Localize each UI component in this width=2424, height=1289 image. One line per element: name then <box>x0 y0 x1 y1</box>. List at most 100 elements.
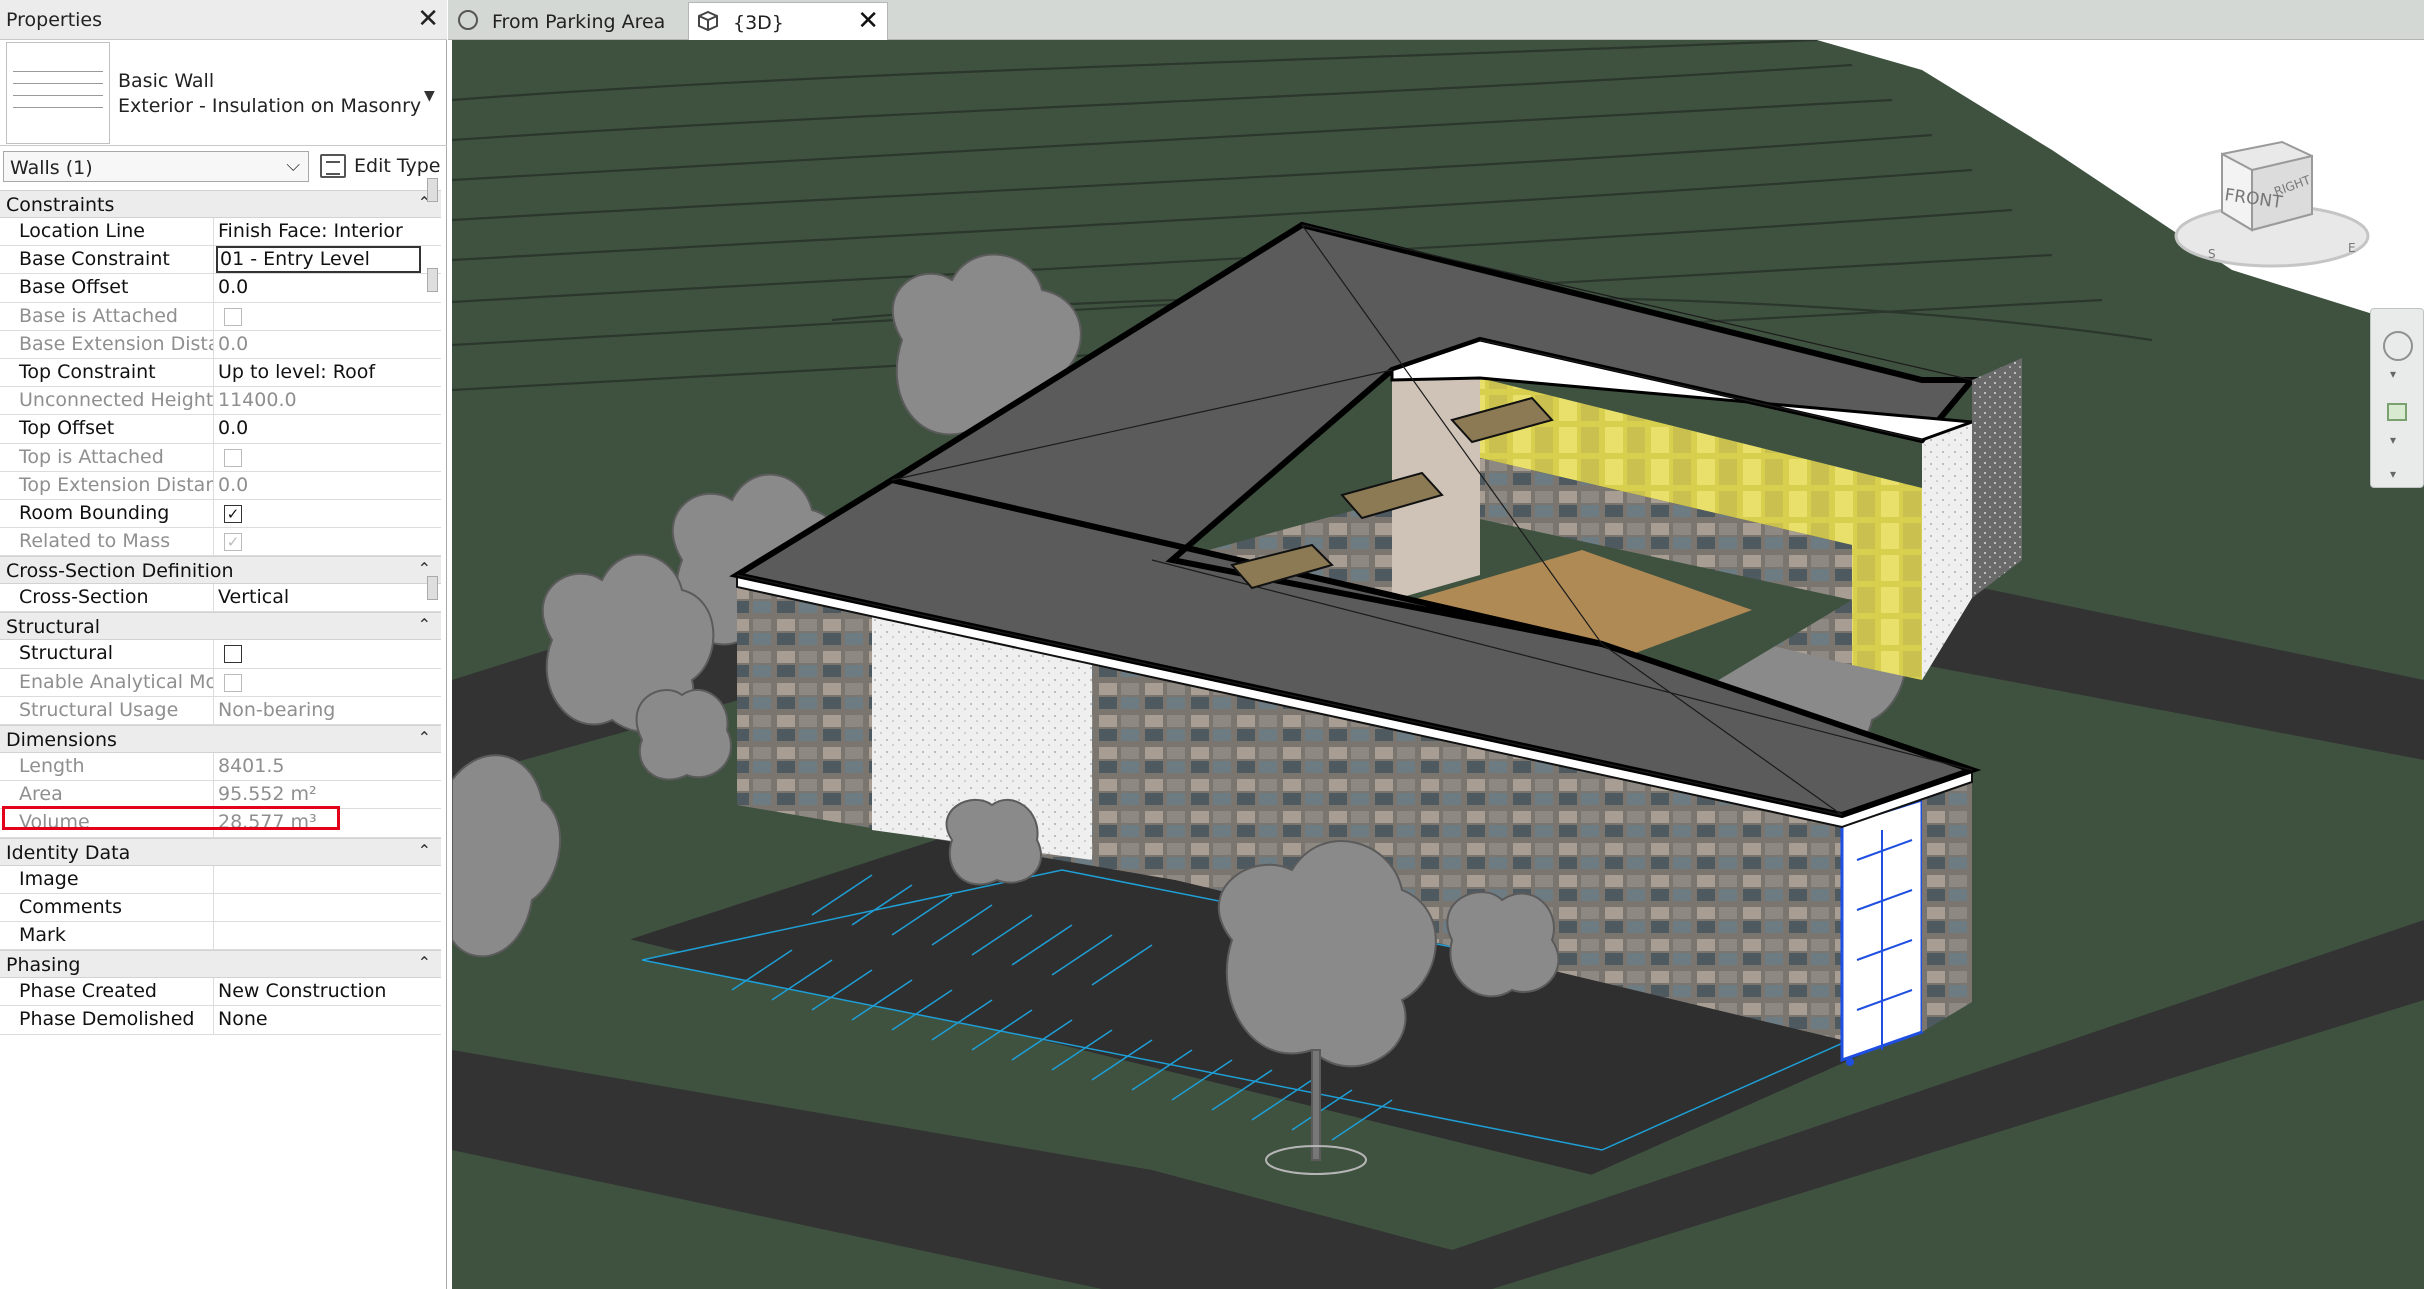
property-name: Unconnected Height <box>0 387 214 415</box>
property-value: 0.0 <box>218 332 249 355</box>
chevron-down-icon: ⌵ <box>286 155 300 176</box>
property-row-top-extension-distance: Top Extension Distance0.0 <box>0 471 441 500</box>
edit-type-button[interactable]: Edit Type <box>318 151 442 182</box>
property-name: Top Extension Distance <box>0 471 214 499</box>
property-name: Mark <box>0 921 214 950</box>
property-value[interactable]: New Construction <box>218 978 425 1005</box>
zoom-region-icon[interactable] <box>2387 403 2407 421</box>
property-row-enable-analytical-mo: Enable Analytical Mo... <box>0 668 441 697</box>
close-icon[interactable]: ✕ <box>417 4 439 34</box>
close-icon[interactable]: ✕ <box>857 6 879 36</box>
svg-text:E: E <box>2348 241 2356 255</box>
collapse-icon[interactable]: ⌃ <box>418 953 431 972</box>
property-value[interactable]: Up to level: Roof <box>218 359 425 386</box>
group-title: Cross-Section Definition <box>6 560 234 583</box>
property-name: Top Constraint <box>0 358 214 387</box>
group-identity-data[interactable]: Identity Data ⌃ <box>0 837 441 866</box>
property-row-image[interactable]: Image <box>0 865 441 894</box>
view-tabs: From Parking Area {3D} ✕ <box>448 0 2424 40</box>
property-name: Top Offset <box>0 415 214 443</box>
group-structural[interactable]: Structural ⌃ <box>0 612 441 641</box>
dropdown-arrow-icon[interactable]: ▼ <box>424 88 435 104</box>
property-row-structural[interactable]: Structural <box>0 640 441 669</box>
3d-viewport[interactable]: FRONT RIGHT S E ▾ ▾ ▾ <box>452 40 2424 1289</box>
checkbox: ✓ <box>224 533 242 552</box>
property-row-phase-created[interactable]: Phase Created New Construction <box>0 978 441 1007</box>
properties-grid: Constraints ⌃ Location Line Finish Face: In… <box>0 178 441 1035</box>
property-value[interactable]: None <box>218 1006 425 1033</box>
property-row-top-is-attached: Top is Attached <box>0 443 441 472</box>
property-name: Top is Attached <box>0 443 214 471</box>
property-row-room-bounding[interactable]: Room Bounding ✓ <box>0 499 441 529</box>
tab-3d[interactable]: {3D} ✕ <box>688 2 888 40</box>
property-name: Enable Analytical Mo... <box>0 668 214 696</box>
property-value[interactable] <box>218 922 425 949</box>
type-name: Exterior - Insulation on Masonry <box>118 95 422 117</box>
group-dimensions[interactable]: Dimensions ⌃ <box>0 725 441 753</box>
property-row-phase-demolished[interactable]: Phase Demolished None <box>0 1006 441 1035</box>
property-row-top-constraint[interactable]: Top Constraint Up to level: Roof <box>0 358 441 388</box>
property-name: Image <box>0 865 214 893</box>
tab-from-parking-area[interactable]: From Parking Area <box>448 2 686 40</box>
group-phasing[interactable]: Phasing ⌃ <box>0 950 441 979</box>
edit-type-icon <box>320 154 346 178</box>
camera-view-icon <box>458 10 478 30</box>
property-row-base-offset[interactable]: Base Offset 0.0 <box>0 274 441 303</box>
property-name: Base Extension Dista... <box>0 330 214 358</box>
collapse-icon[interactable]: ⌃ <box>418 728 431 747</box>
property-name: Phase Created <box>0 978 214 1006</box>
property-row-structural-usage: Structural Usage Non-bearing <box>0 696 441 725</box>
navigation-bar[interactable]: ▾ ▾ ▾ <box>2370 308 2424 488</box>
chevron-down-icon[interactable]: ▾ <box>2390 367 2396 381</box>
group-constraints[interactable]: Constraints ⌃ <box>0 190 441 218</box>
property-row-mark[interactable]: Mark <box>0 921 441 951</box>
property-value[interactable] <box>218 894 425 921</box>
property-name: Location Line <box>0 218 214 246</box>
building-model[interactable] <box>452 40 2424 1289</box>
edit-type-label: Edit Type <box>354 155 441 177</box>
steering-wheel-icon[interactable] <box>2383 331 2413 361</box>
property-name: Base Constraint <box>0 246 214 274</box>
volume-highlight-box <box>2 806 340 830</box>
properties-titlebar: Properties ✕ <box>0 0 447 40</box>
property-row-related-to-mass: Related to Mass ✓ <box>0 528 441 557</box>
selection-filter-dropdown[interactable]: Walls (1) ⌵ <box>3 151 309 182</box>
property-value: 0.0 <box>218 473 249 496</box>
wall-type-thumbnail <box>6 42 110 144</box>
property-value: 95.552 m² <box>218 783 317 806</box>
property-value[interactable]: 01 - Entry Level <box>216 246 421 274</box>
property-row-cross-section[interactable]: Cross-Section Vertical <box>0 584 441 613</box>
property-value[interactable]: Finish Face: Interior <box>218 218 425 245</box>
property-name: Base Offset <box>0 274 214 302</box>
navbar-options-icon[interactable]: ▾ <box>2390 467 2396 481</box>
property-name: Base is Attached <box>0 302 214 330</box>
checkbox[interactable]: ✓ <box>224 504 242 523</box>
property-name: Structural Usage <box>0 696 214 724</box>
property-row-top-offset[interactable]: Top Offset 0.0 <box>0 415 441 444</box>
collapse-icon[interactable]: ⌃ <box>418 615 431 634</box>
viewcube[interactable]: FRONT RIGHT S E <box>2172 124 2372 274</box>
property-row-location-line[interactable]: Location Line Finish Face: Interior <box>0 218 441 247</box>
property-row-base-constraint[interactable]: Base Constraint 01 - Entry Level <box>0 246 441 275</box>
checkbox <box>224 673 242 692</box>
scroll-marker <box>427 576 438 600</box>
property-value: Non-bearing <box>218 698 336 721</box>
group-title: Constraints <box>6 194 115 216</box>
property-value[interactable]: 0.0 <box>218 274 425 301</box>
group-cross-section-definition[interactable]: Cross-Section Definition ⌃ <box>0 556 441 585</box>
property-name: Structural <box>0 640 214 668</box>
checkbox[interactable] <box>224 645 242 664</box>
tab-label: From Parking Area <box>492 11 666 33</box>
group-title: Dimensions <box>6 729 117 751</box>
property-value[interactable]: 0.0 <box>218 415 425 442</box>
property-value[interactable]: Vertical <box>218 584 425 611</box>
property-value[interactable] <box>218 866 425 893</box>
property-value: 11400.0 <box>218 389 297 412</box>
scroll-marker <box>427 268 438 292</box>
collapse-icon[interactable]: ⌃ <box>418 841 431 860</box>
property-name: Cross-Section <box>0 584 214 612</box>
type-selector[interactable]: Basic Wall Exterior - Insulation on Maso… <box>0 40 447 146</box>
type-family: Basic Wall <box>118 70 215 92</box>
property-row-comments[interactable]: Comments <box>0 893 441 922</box>
chevron-down-icon[interactable]: ▾ <box>2390 433 2396 447</box>
